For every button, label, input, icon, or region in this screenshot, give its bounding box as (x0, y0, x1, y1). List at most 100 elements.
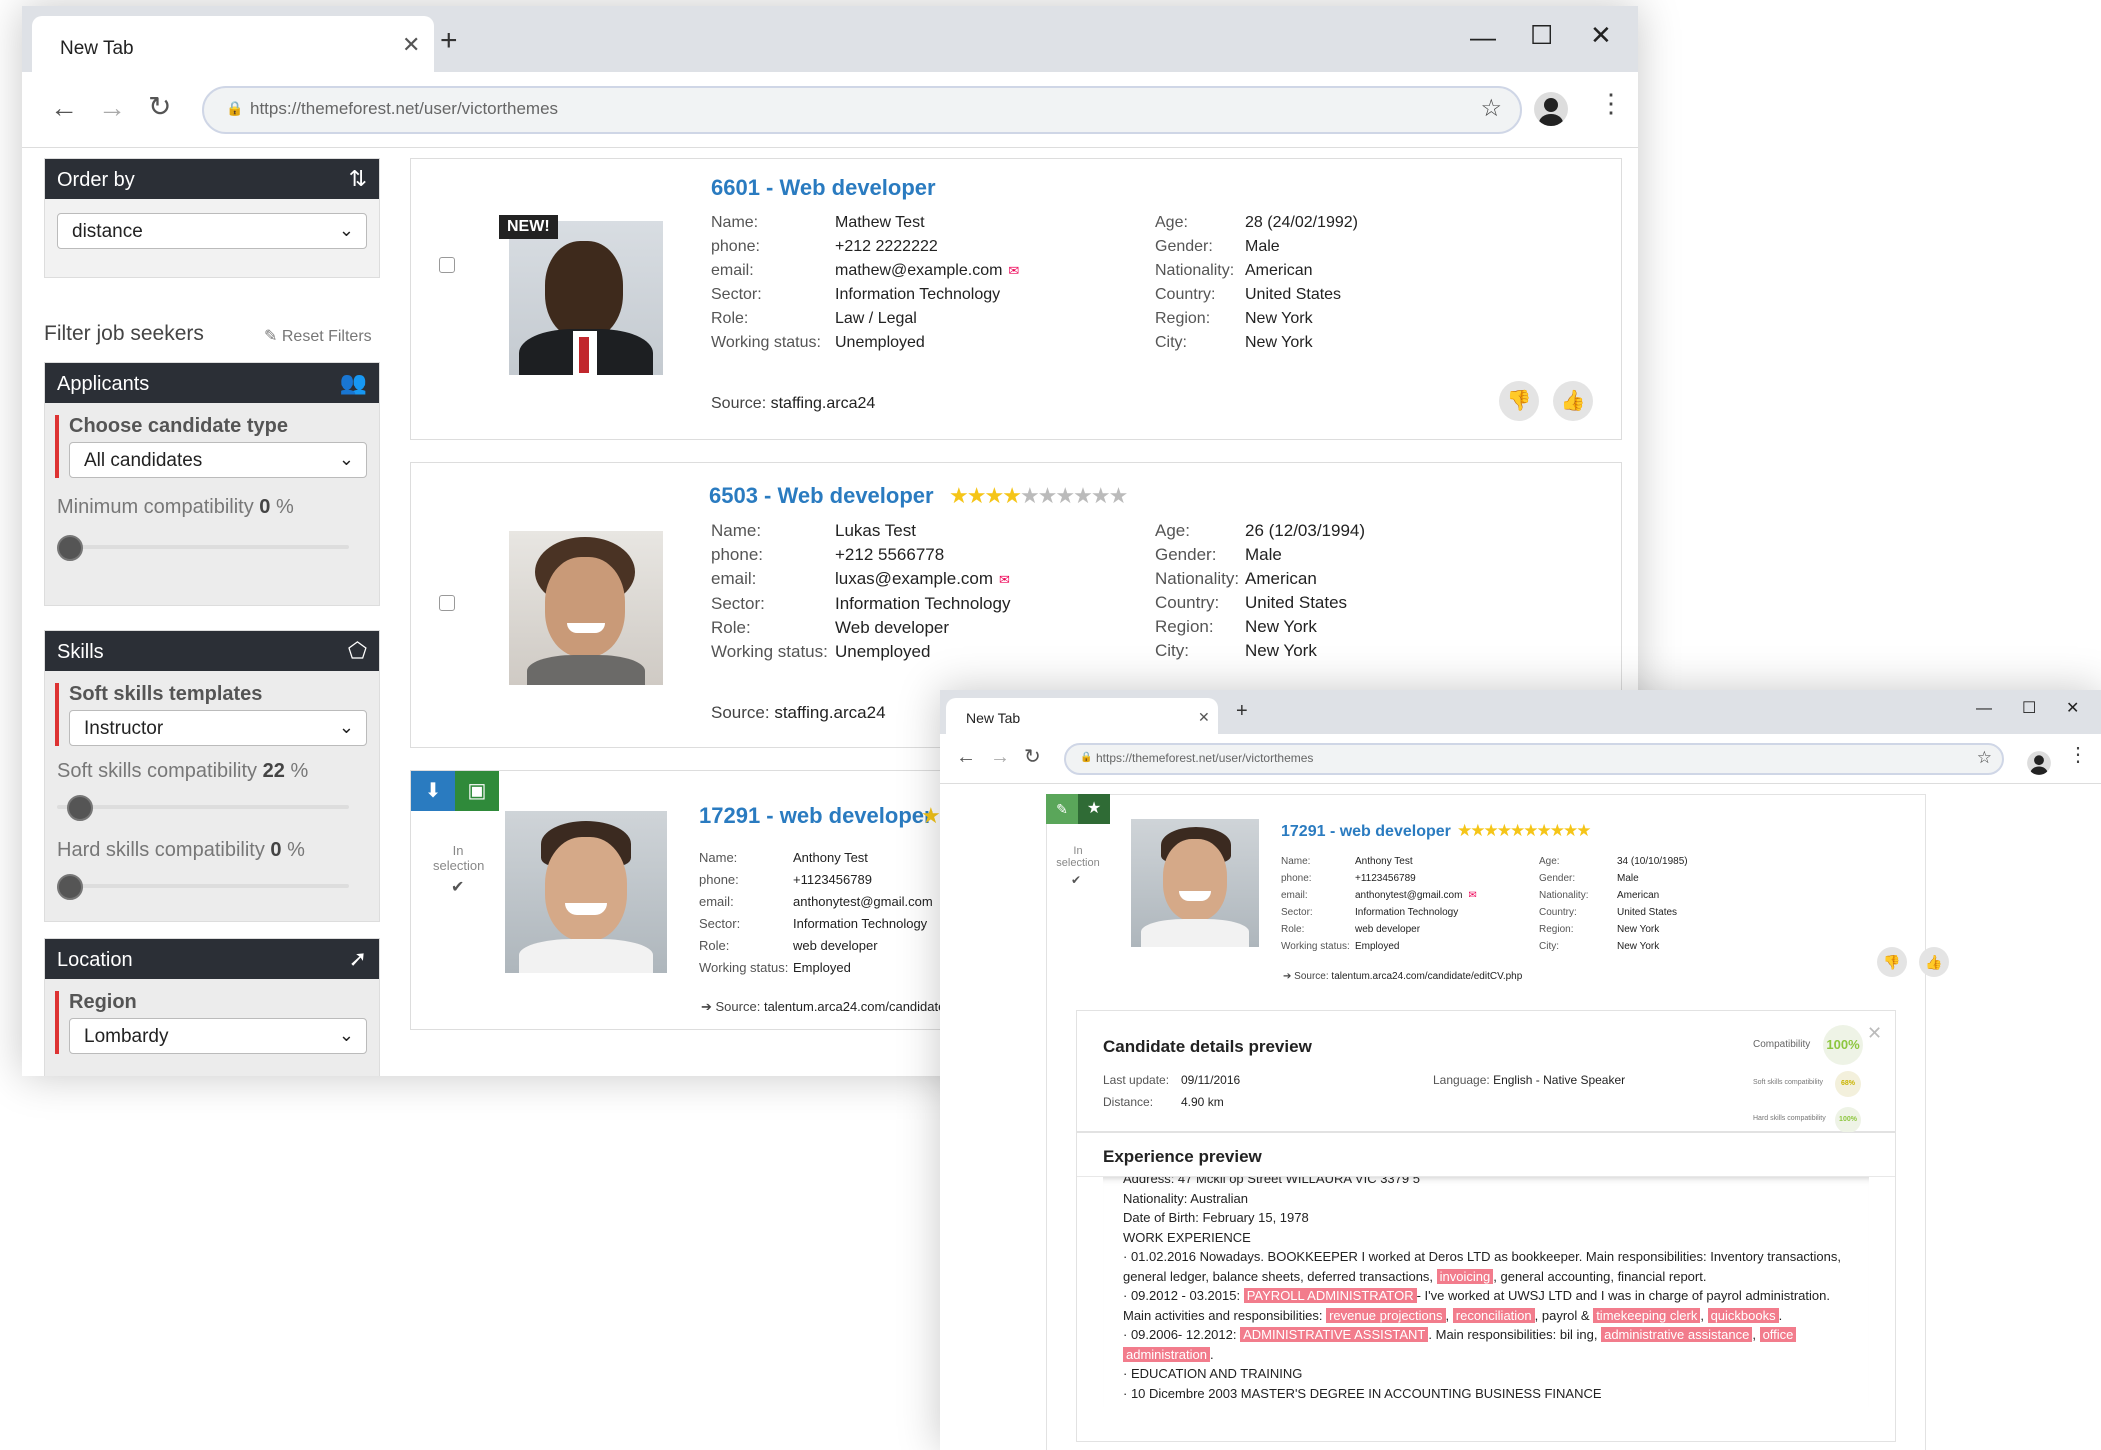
candidate-phone: +1123456789 (793, 872, 872, 887)
star-icon[interactable]: ★ (921, 803, 941, 828)
source-value[interactable]: talentum.arca24.com/candidate (764, 999, 945, 1014)
star-icon[interactable]: ★ (1038, 483, 1058, 508)
star-icon[interactable]: ★ (1563, 821, 1578, 840)
slider-knob[interactable] (67, 795, 93, 821)
source-value[interactable]: talentum.arca24.com/candidate/editCV.php (1331, 971, 1522, 982)
chevron-down-icon: ⌄ (338, 220, 354, 240)
mail-icon[interactable]: ✉ (1468, 890, 1476, 901)
candidate-email[interactable]: mathew@example.com (835, 262, 1002, 279)
rating-stars[interactable]: ★★★★★★★★★★ (1457, 821, 1592, 841)
star-icon[interactable]: ★ (1055, 483, 1075, 508)
reload-icon[interactable]: ↻ (148, 90, 171, 123)
star-icon[interactable]: ★ (1537, 821, 1552, 840)
browser-tab[interactable]: New Tab ✕ (32, 16, 434, 72)
star-icon[interactable]: ★ (1109, 483, 1129, 508)
bookmark-star-icon[interactable]: ☆ (1480, 94, 1502, 123)
source-value: staffing.arca24 (774, 703, 886, 722)
slider-knob[interactable] (57, 535, 83, 561)
region-select[interactable]: Lombardy ⌄ (69, 1018, 367, 1054)
star-icon[interactable]: ★ (984, 483, 1004, 508)
browser-tab[interactable]: New Tab ✕ (946, 698, 1218, 734)
id-card-button[interactable]: ▣ (455, 771, 499, 811)
candidate-title[interactable]: 6503 - Web developer (709, 483, 934, 509)
star-icon[interactable]: ★ (1073, 483, 1093, 508)
close-tab-icon[interactable]: ✕ (402, 32, 420, 58)
maximize-icon[interactable]: ☐ (1530, 20, 1553, 51)
edit-cv-button[interactable]: ✎ (1046, 794, 1078, 824)
thumbs-up-icon[interactable]: 👍 (1553, 381, 1593, 421)
forward-icon[interactable]: → (98, 92, 126, 124)
tab-title: New Tab (966, 710, 1021, 726)
candidate-email[interactable]: anthonytest@gmail.com (793, 894, 933, 909)
thumbs-down-icon[interactable]: 👎 (1499, 381, 1539, 421)
min-compat-slider[interactable] (57, 535, 349, 561)
reload-icon[interactable]: ↻ (1024, 744, 1041, 769)
reset-filters-link[interactable]: ✎ Reset Filters (264, 326, 372, 346)
download-cv-button[interactable]: ⬇ (411, 771, 455, 811)
candidate-sector: Information Technology (835, 594, 1011, 613)
star-icon[interactable]: ★ (1091, 483, 1111, 508)
address-bar[interactable]: 🔒 https://themeforest.net/user/victorthe… (1064, 743, 2004, 775)
candidate-email[interactable]: anthonytest@gmail.com (1355, 890, 1462, 901)
star-icon[interactable]: ★ (1457, 821, 1472, 840)
hard-compat-slider[interactable] (57, 874, 349, 900)
soft-templates-select[interactable]: Instructor ⌄ (69, 710, 367, 746)
minimize-icon[interactable]: — (1470, 22, 1496, 53)
favorite-star-button[interactable]: ★ (1078, 794, 1110, 824)
close-icon[interactable]: ✕ (1867, 1023, 1882, 1044)
label: phone: (711, 545, 763, 564)
rating-stars[interactable]: ★★★★★★★★★★ (949, 483, 1129, 509)
close-window-icon[interactable]: ✕ (2066, 698, 2079, 718)
candidate-card[interactable]: NEW! 6601 - Web developer Name: Mathew Te… (410, 158, 1622, 440)
star-icon[interactable]: ★ (1523, 821, 1538, 840)
close-window-icon[interactable]: ✕ (1590, 20, 1612, 51)
soft-compat-slider[interactable] (57, 795, 349, 821)
select-checkbox[interactable] (439, 595, 455, 611)
candidate-email[interactable]: luxas@example.com (835, 569, 993, 588)
new-tab-icon[interactable]: + (440, 24, 458, 58)
bookmark-star-icon[interactable]: ☆ (1977, 748, 1992, 768)
min-compat-value: 0 (259, 496, 271, 518)
star-icon[interactable]: ★ (1002, 483, 1022, 508)
star-icon[interactable]: ★ (1510, 821, 1525, 840)
candidate-title[interactable]: 17291 - web developer (1281, 823, 1451, 841)
star-icon[interactable]: ★ (949, 483, 969, 508)
maximize-icon[interactable]: ☐ (2022, 698, 2036, 718)
candidate-type-select[interactable]: All candidates ⌄ (69, 442, 367, 478)
rating-stars[interactable]: ★ (921, 803, 941, 829)
thumbs-up-icon[interactable]: 👍 (1919, 947, 1949, 977)
mail-icon[interactable]: ✉ (1008, 263, 1019, 278)
star-icon[interactable]: ★ (1497, 821, 1512, 840)
forward-icon[interactable]: → (990, 746, 1010, 769)
candidate-title[interactable]: 6601 - Web developer (711, 175, 936, 201)
candidate-photo (509, 531, 663, 685)
profile-icon[interactable] (1534, 92, 1568, 126)
star-icon[interactable]: ★ (1550, 821, 1565, 840)
star-icon[interactable]: ★ (1470, 821, 1485, 840)
minimize-icon[interactable]: — (1976, 700, 1992, 718)
new-tab-icon[interactable]: + (1236, 700, 1248, 723)
candidate-type-value: All candidates (84, 450, 203, 471)
profile-icon[interactable] (2027, 751, 2051, 775)
in-selection-label: In selection (433, 843, 485, 873)
order-by-select[interactable]: distance ⌄ (57, 213, 367, 249)
region-label: Region (69, 991, 137, 1013)
back-icon[interactable]: ← (956, 746, 976, 769)
star-icon[interactable]: ★ (1484, 821, 1499, 840)
star-icon[interactable]: ★ (1576, 821, 1591, 840)
close-tab-icon[interactable]: ✕ (1198, 709, 1210, 726)
back-icon[interactable]: ← (50, 92, 78, 124)
mail-icon[interactable]: ✉ (999, 572, 1010, 587)
menu-kebab-icon[interactable]: ⋮ (2068, 742, 2088, 767)
star-icon[interactable]: ★ (1020, 483, 1040, 508)
candidate-title[interactable]: 17291 - web developer (699, 803, 933, 829)
language-value: English - Native Speaker (1493, 1073, 1626, 1087)
highlighted-skill: timekeeping clerk (1593, 1307, 1701, 1323)
thumbs-down-icon[interactable]: 👎 (1877, 947, 1907, 977)
star-icon[interactable]: ★ (967, 483, 987, 508)
select-checkbox[interactable] (439, 257, 455, 273)
slider-knob[interactable] (57, 874, 83, 900)
menu-kebab-icon[interactable]: ⋮ (1598, 88, 1624, 119)
address-bar[interactable]: 🔒 https://themeforest.net/user/victorthe… (202, 86, 1522, 134)
sort-icon[interactable]: ⇅ (349, 166, 367, 192)
